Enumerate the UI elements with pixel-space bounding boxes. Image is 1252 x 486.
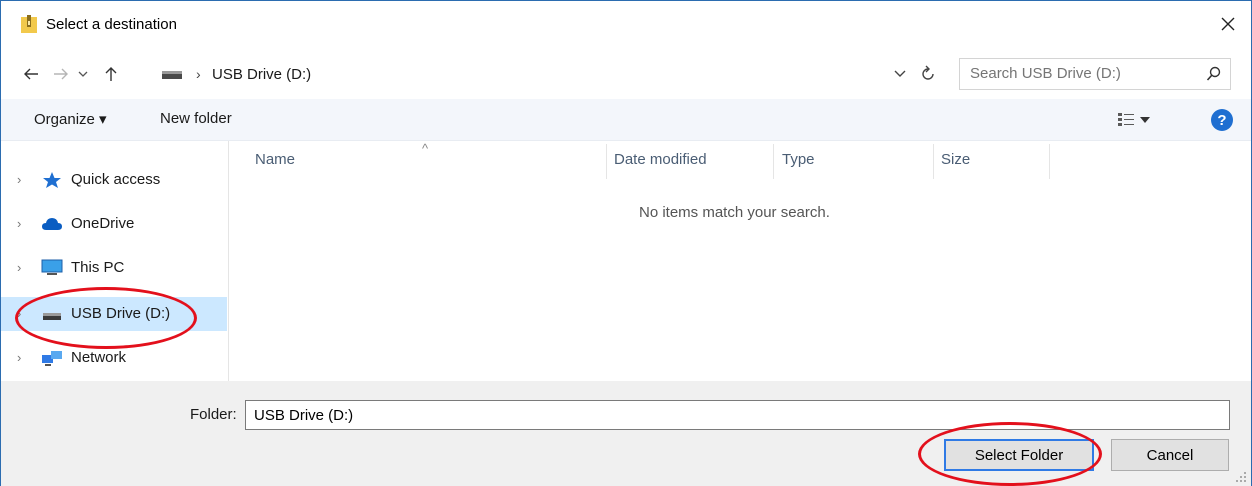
file-list: ^ Name Date modified Type Size No items … [230, 141, 1251, 381]
close-icon [1221, 17, 1235, 31]
nav-item-label: Network [71, 349, 127, 366]
cloud-icon [42, 218, 62, 230]
network-icon [42, 351, 62, 366]
nav-item-network[interactable]: › Network [1, 341, 227, 375]
forward-button[interactable] [49, 61, 73, 87]
sort-ascending-icon: ^ [422, 141, 429, 156]
search-box[interactable] [959, 58, 1231, 90]
new-folder-button[interactable]: New folder [160, 110, 232, 127]
navigation-pane: › Quick access › OneDrive › This PC › US… [1, 141, 229, 381]
chevron-down-icon [894, 70, 906, 77]
search-input[interactable] [970, 65, 1190, 82]
column-divider[interactable] [933, 144, 934, 179]
column-divider[interactable] [1049, 144, 1050, 179]
column-divider[interactable] [773, 144, 774, 179]
column-header-name[interactable]: Name [255, 151, 295, 168]
close-button[interactable] [1213, 9, 1243, 39]
command-bar: Organize ▾ New folder ? [1, 99, 1251, 141]
nav-item-label: Quick access [71, 171, 161, 188]
view-details-icon [1118, 113, 1134, 126]
nav-item-usb-drive[interactable]: › USB Drive (D:) [1, 297, 227, 331]
back-button[interactable] [19, 61, 43, 87]
column-header-size[interactable]: Size [941, 151, 970, 168]
nav-item-quick-access[interactable]: › Quick access [1, 163, 227, 197]
title-bar: Select a destination [1, 1, 1251, 45]
arrow-up-icon [105, 67, 117, 81]
expand-chevron-icon[interactable]: › [17, 260, 21, 275]
computer-icon [41, 259, 63, 275]
resize-grip-icon[interactable] [1235, 471, 1247, 483]
nav-item-label: This PC [71, 259, 125, 276]
nav-item-label: USB Drive (D:) [71, 305, 171, 322]
empty-state-message: No items match your search. [639, 204, 830, 221]
help-icon[interactable]: ? [1211, 109, 1233, 131]
column-header-type[interactable]: Type [782, 151, 815, 168]
select-folder-button[interactable]: Select Folder [944, 439, 1094, 471]
nav-item-this-pc[interactable]: › This PC [1, 251, 227, 285]
search-icon [1206, 66, 1221, 81]
breadcrumb-separator: › [196, 66, 201, 82]
change-view-button[interactable] [1118, 110, 1168, 130]
refresh-icon [922, 65, 934, 80]
expand-chevron-icon[interactable]: › [17, 172, 21, 187]
address-bar[interactable]: › USB Drive (D:) [151, 59, 921, 91]
column-divider[interactable] [606, 144, 607, 179]
folder-label: Folder: [190, 406, 237, 423]
expand-chevron-icon[interactable]: › [17, 350, 21, 365]
cancel-button[interactable]: Cancel [1111, 439, 1229, 471]
breadcrumb-current[interactable]: USB Drive (D:) [212, 66, 311, 83]
address-history-dropdown[interactable] [894, 65, 910, 81]
caret-down-icon [1140, 117, 1150, 123]
nav-item-label: OneDrive [71, 215, 135, 232]
chevron-down-icon [78, 71, 88, 77]
drive-icon [43, 313, 61, 320]
arrow-right-icon [54, 68, 68, 80]
folder-name-input[interactable] [245, 400, 1230, 430]
dialog-footer: Folder: Select Folder Cancel [1, 381, 1251, 486]
drive-icon [162, 71, 182, 79]
recent-locations-button[interactable] [75, 61, 91, 87]
star-icon [43, 172, 61, 188]
nav-item-onedrive[interactable]: › OneDrive [1, 207, 227, 241]
arrow-left-icon [24, 68, 38, 80]
up-button[interactable] [99, 61, 123, 87]
expand-chevron-icon[interactable]: › [17, 306, 21, 321]
column-header-date-modified[interactable]: Date modified [614, 151, 707, 168]
file-dialog: Select a destination › USB Drive (D:) Se… [0, 0, 1252, 486]
organize-button[interactable]: Organize ▾ [34, 110, 107, 128]
folder-icon [21, 15, 37, 33]
refresh-button[interactable] [917, 62, 939, 84]
expand-chevron-icon[interactable]: › [17, 216, 21, 231]
window-title: Select a destination [46, 16, 177, 33]
